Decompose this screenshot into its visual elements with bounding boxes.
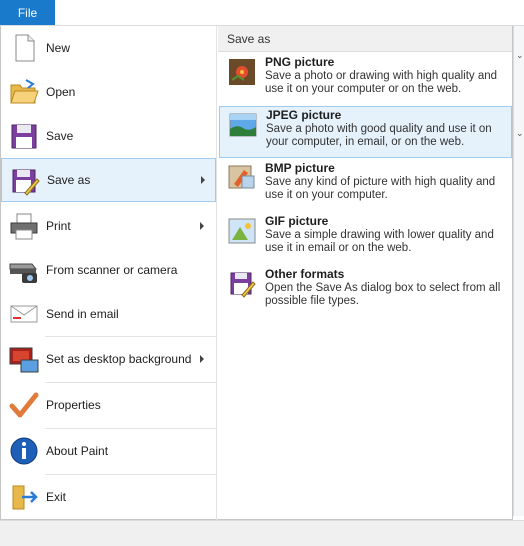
submenu-arrow-icon [201,176,205,184]
option-title: GIF picture [265,214,329,228]
menu-item-label: About Paint [46,444,109,458]
option-description: Save any kind of picture with high quali… [265,176,496,201]
open-folder-icon [10,79,39,104]
gif-picture-icon [228,218,256,244]
exit-icon [12,485,38,510]
save-as-panel: Save as PNG picture Save a photo or draw… [218,26,512,520]
option-description: Save a photo with good quality and use i… [266,123,492,148]
menu-item-open[interactable]: Open [1,70,216,114]
option-description: Open the Save As dialog box to select fr… [265,282,501,307]
info-icon [10,437,38,465]
save-as-header-label: Save as [227,32,271,46]
menu-item-label: From scanner or camera [46,263,178,277]
submenu-arrow-icon [200,355,204,363]
save-as-jpeg[interactable]: JPEG picture Save a photo with good qual… [219,106,512,158]
menu-item-send-email[interactable]: Send in email [1,292,216,336]
scanner-camera-icon [9,263,38,283]
background-ribbon-edge [513,26,524,516]
menu-item-desktop-background[interactable]: Set as desktop background [1,337,216,381]
file-tab[interactable]: File [0,0,55,25]
option-description: Save a simple drawing with lower quality… [265,229,494,254]
file-menu-commands: New Open Save Save as Print From scanner… [1,26,217,520]
jpeg-picture-icon [229,113,257,137]
save-as-header: Save as [218,26,512,52]
submenu-arrow-icon [200,222,204,230]
menu-item-about-paint[interactable]: About Paint [1,429,216,473]
save-disk-icon [11,124,37,149]
option-title: PNG picture [265,55,335,69]
menu-item-label: Properties [46,398,101,412]
save-as-gif[interactable]: GIF picture Save a simple drawing with l… [219,213,512,265]
bmp-picture-icon [228,165,255,189]
menu-item-label: New [46,41,71,55]
save-as-other-formats[interactable]: Other formats Open the Save As dialog bo… [219,266,512,318]
menu-item-label: Send in email [46,307,119,321]
option-title: Other formats [265,267,345,281]
menu-item-label: Open [46,85,76,99]
email-icon [10,305,38,323]
ribbon-bar: File [0,0,524,26]
menu-item-scanner-camera[interactable]: From scanner or camera [1,248,216,292]
status-bar [0,520,524,546]
option-title: BMP picture [265,161,335,175]
save-as-bmp[interactable]: BMP picture Save any kind of picture wit… [219,160,512,212]
menu-item-label: Save [46,129,74,143]
file-menu: New Open Save Save as Print From scanner… [0,26,513,520]
dropdown-arrow-icon: ⌄ [516,50,524,60]
desktop-background-icon [9,347,39,373]
menu-item-save[interactable]: Save [1,114,216,158]
menu-item-label: Exit [46,490,67,504]
menu-item-properties[interactable]: Properties [1,383,216,427]
checkmark-icon [9,392,39,418]
printer-icon [10,213,38,240]
other-formats-icon [230,272,256,298]
menu-item-new[interactable]: New [1,26,216,70]
menu-item-print[interactable]: Print [1,204,216,248]
dropdown-arrow-icon: ⌄ [516,128,524,138]
menu-item-label: Save as [47,173,91,187]
new-document-icon [15,34,35,62]
option-title: JPEG picture [266,108,342,122]
menu-item-label: Set as desktop background [46,352,192,366]
save-as-icon [12,169,40,196]
menu-item-save-as[interactable]: Save as [1,158,216,202]
menu-item-label: Print [46,219,71,233]
option-description: Save a photo or drawing with high qualit… [265,70,498,95]
menu-item-exit[interactable]: Exit [1,475,216,519]
save-as-png[interactable]: PNG picture Save a photo or drawing with… [219,54,512,106]
png-picture-icon [229,59,255,85]
